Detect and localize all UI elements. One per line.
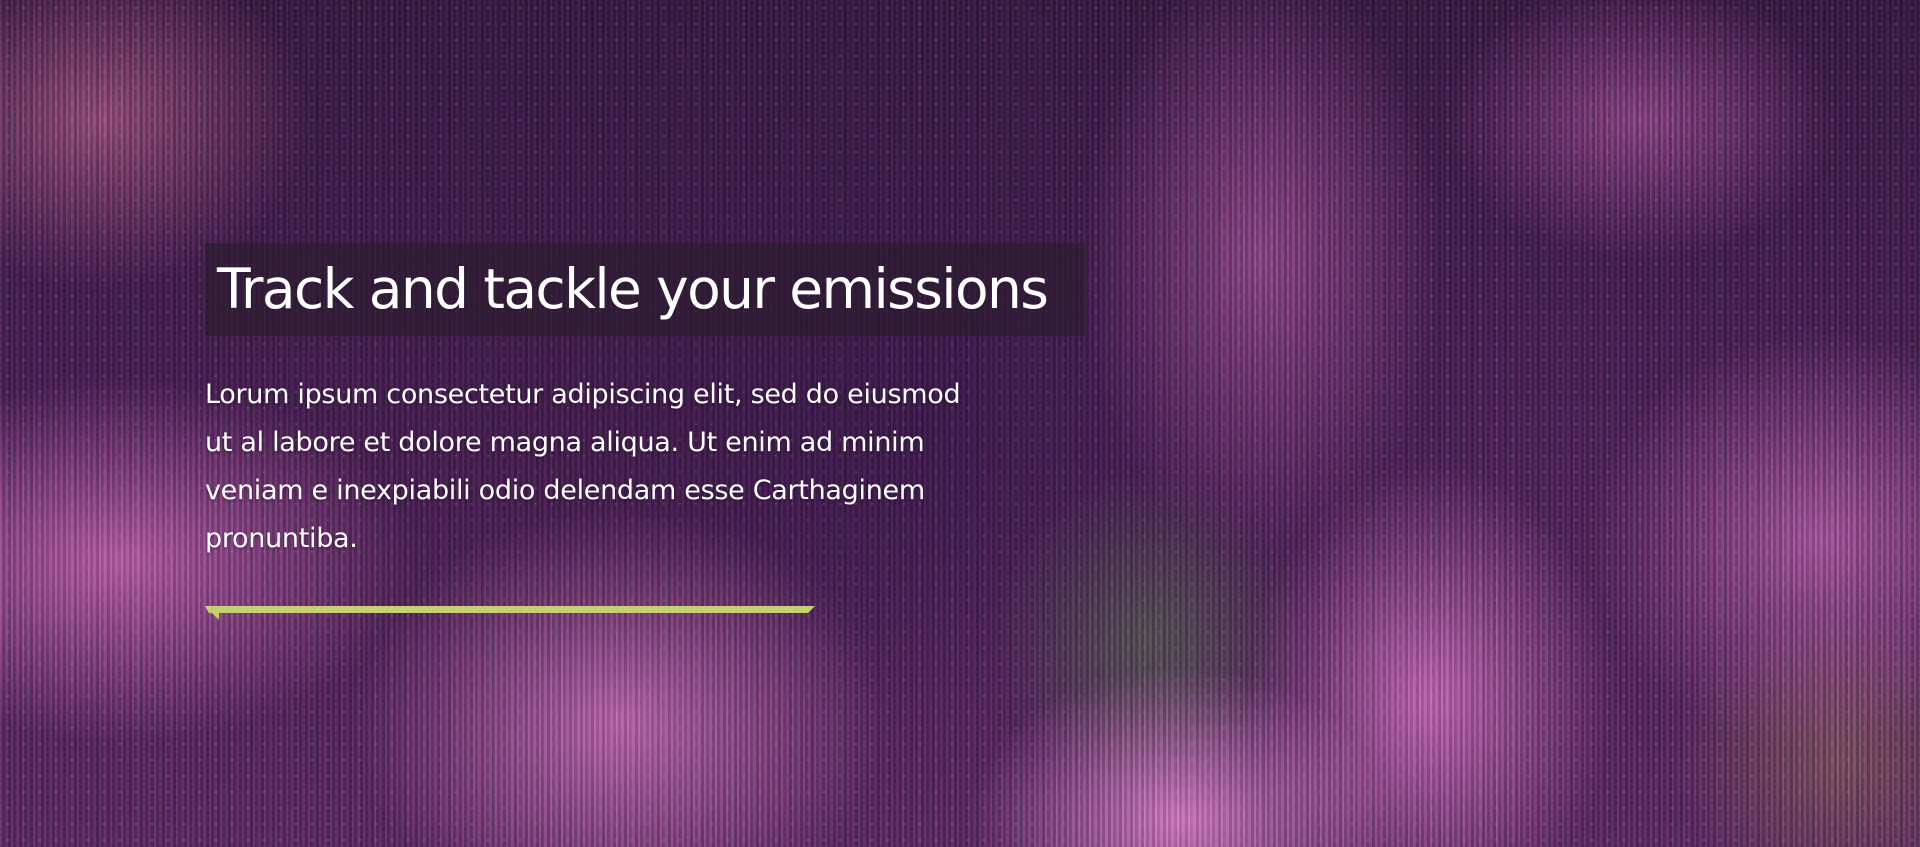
hero-title: Track and tackle your emissions <box>217 257 1049 321</box>
hero-section: Track and tackle your emissions Lorum ip… <box>0 0 1920 847</box>
accent-underline-tip <box>205 606 219 620</box>
title-backdrop: Track and tackle your emissions <box>205 243 1085 336</box>
hero-description: Lorum ipsum consectetur adipiscing elit,… <box>205 379 961 554</box>
accent-underline <box>205 606 815 613</box>
